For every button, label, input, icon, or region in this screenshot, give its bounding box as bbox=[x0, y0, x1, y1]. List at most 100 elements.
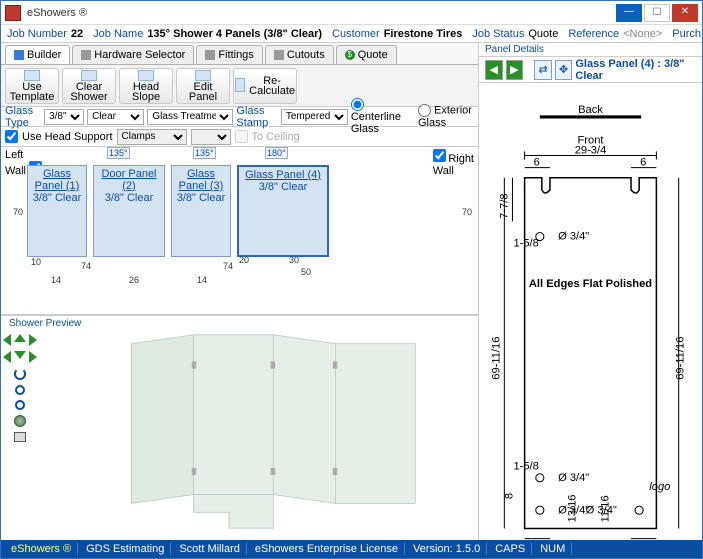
status-version: Version: 1.5.0 bbox=[407, 543, 487, 555]
tab-cutouts[interactable]: Cutouts bbox=[265, 45, 334, 64]
next-panel-button[interactable]: ▶ bbox=[506, 60, 524, 80]
panel-4[interactable]: Glass Panel (4)3/8" Clear bbox=[237, 165, 329, 257]
tab-fittings-label: Fittings bbox=[218, 49, 253, 61]
tab-hardware[interactable]: Hardware Selector bbox=[72, 45, 194, 64]
dim-p4y: 74 bbox=[223, 261, 233, 271]
thickness-select[interactable]: 3/8" bbox=[44, 109, 84, 125]
tab-strip: Builder Hardware Selector Fittings Cutou… bbox=[1, 43, 478, 65]
dim-p2y: 74 bbox=[81, 261, 91, 271]
use-template-button[interactable]: Use Template bbox=[5, 68, 59, 104]
hole-off-b: 1-5/8 bbox=[513, 461, 538, 473]
to-ceiling-label: To Ceiling bbox=[252, 131, 300, 143]
flip-button[interactable]: ⇄ bbox=[534, 60, 552, 80]
right-wall-check[interactable]: Right Wall bbox=[433, 149, 474, 177]
six-tr: 6 bbox=[640, 157, 646, 169]
job-number-value: 22 bbox=[71, 28, 83, 40]
glass-stamp-label: Glass Stamp bbox=[236, 105, 277, 129]
panel-3[interactable]: Glass Panel (3)3/8" Clear bbox=[171, 165, 231, 257]
monitor-icon[interactable] bbox=[14, 432, 26, 442]
glass-properties-bar: Glass Type 3/8" Clear Glass Treatme Glas… bbox=[1, 107, 478, 127]
recalc-label: Re-Calculate bbox=[249, 76, 295, 96]
dim-p1l: 10 bbox=[31, 257, 41, 267]
angle-3[interactable]: 180° bbox=[265, 147, 288, 159]
refresh-icon[interactable] bbox=[14, 368, 26, 380]
app-title: eShowers ® bbox=[27, 7, 614, 19]
prev-panel-button[interactable]: ◀ bbox=[485, 60, 503, 80]
recalculate-button[interactable]: Re-Calculate bbox=[233, 68, 297, 104]
hole-t: Ø 3/4" bbox=[558, 231, 589, 243]
job-name-value: 135° Shower 4 Panels (3/8" Clear) bbox=[147, 28, 322, 40]
tab-fittings[interactable]: Fittings bbox=[196, 45, 262, 64]
status-bar: eShowers ® GDS Estimating Scott Millard … bbox=[1, 540, 702, 558]
dim-p1b: 14 bbox=[51, 275, 61, 285]
reference-label: Reference bbox=[568, 28, 619, 40]
status-caps: CAPS bbox=[489, 543, 532, 555]
exterior-radio[interactable]: Exterior Glass bbox=[418, 104, 474, 129]
minimize-button[interactable]: — bbox=[616, 4, 642, 22]
use-head-support-check[interactable] bbox=[5, 130, 18, 143]
status-company: GDS Estimating bbox=[80, 543, 171, 555]
clamps-select[interactable]: Clamps bbox=[117, 129, 187, 145]
tab-builder[interactable]: Builder bbox=[5, 45, 70, 64]
template-icon bbox=[24, 70, 40, 81]
pan-left-icon[interactable] bbox=[3, 334, 11, 346]
clarity-select[interactable]: Clear bbox=[87, 109, 144, 125]
job-status-label: Job Status bbox=[472, 28, 524, 40]
tab-quote[interactable]: $Quote bbox=[336, 45, 397, 64]
six-tl: 6 bbox=[534, 157, 540, 169]
dim-p4l: 20 bbox=[239, 255, 249, 265]
edges-text: All Edges Flat Polished bbox=[529, 278, 652, 290]
edit-panel-button[interactable]: Edit Panel bbox=[176, 68, 230, 104]
center-button[interactable]: ✥ bbox=[555, 60, 573, 80]
angle-1[interactable]: 135° bbox=[107, 147, 130, 159]
builder-icon bbox=[14, 50, 24, 60]
hole-off-t: 1-5/8 bbox=[513, 238, 538, 250]
panel-detail-title: Glass Panel (4) : 3/8" Clear bbox=[575, 58, 696, 82]
tab-cutouts-label: Cutouts bbox=[287, 49, 325, 61]
reference-value: <None> bbox=[623, 28, 662, 40]
slope-icon bbox=[138, 70, 154, 81]
treatment-select[interactable]: Glass Treatme bbox=[147, 109, 233, 125]
preview-3d-canvas[interactable] bbox=[61, 326, 468, 530]
head-slope-button[interactable]: Head Slope bbox=[119, 68, 173, 104]
panel-nav-row: ◀ ▶ ⇄ ✥ Glass Panel (4) : 3/8" Clear bbox=[479, 57, 702, 83]
panel-2[interactable]: Door Panel (2)3/8" Clear bbox=[93, 165, 165, 257]
pan-right-icon[interactable] bbox=[29, 334, 37, 346]
rotate-left-icon[interactable] bbox=[3, 351, 11, 363]
h-right: 69-11/16 bbox=[675, 337, 687, 380]
angle-2[interactable]: 135° bbox=[193, 147, 216, 159]
customer-label: Customer bbox=[332, 28, 380, 40]
customer-value: Firestone Tires bbox=[384, 28, 463, 40]
dim-h-left: 70 bbox=[13, 207, 23, 217]
stamp-select[interactable]: Tempered bbox=[281, 109, 348, 125]
clear-shower-button[interactable]: Clear Shower bbox=[62, 68, 116, 104]
head-slope-label: Head Slope bbox=[132, 82, 160, 102]
use-template-label: Use Template bbox=[10, 82, 55, 102]
status-num: NUM bbox=[534, 543, 572, 555]
status-user: Scott Millard bbox=[173, 543, 247, 555]
cutouts-icon bbox=[274, 50, 284, 60]
close-button[interactable]: ✕ bbox=[672, 4, 698, 22]
rotate-right-icon[interactable] bbox=[29, 351, 37, 363]
zoom-in-icon[interactable] bbox=[15, 385, 25, 395]
panel-detail-canvas[interactable]: Back Front 29-3/4 6 6 7-7/8 Ø 3/4" 1-5/8… bbox=[479, 83, 702, 540]
maximize-button[interactable]: ☐ bbox=[644, 4, 670, 22]
to-ceiling-check[interactable] bbox=[235, 130, 248, 143]
panel-1[interactable]: Glass Panel (1)3/8" Clear bbox=[27, 165, 87, 257]
hole-b1: Ø 3/4" bbox=[558, 472, 589, 484]
head-support-bar: Use Head Support Clamps To Ceiling bbox=[1, 127, 478, 147]
edit-icon bbox=[195, 70, 211, 81]
edit-panel-label: Edit Panel bbox=[189, 82, 217, 102]
head-extra-select[interactable] bbox=[191, 129, 231, 145]
recalc-icon bbox=[235, 78, 245, 92]
pan-up-icon[interactable] bbox=[14, 334, 26, 342]
world-icon[interactable] bbox=[14, 415, 26, 427]
pan-down-icon[interactable] bbox=[14, 351, 26, 359]
clear-icon bbox=[81, 70, 97, 81]
glass-type-label: Glass Type bbox=[5, 105, 41, 129]
job-number-label: Job Number bbox=[7, 28, 67, 40]
tab-quote-label: Quote bbox=[358, 49, 388, 61]
width-top: 29-3/4 bbox=[575, 144, 607, 156]
eight: 8 bbox=[503, 493, 515, 499]
zoom-out-icon[interactable] bbox=[15, 400, 25, 410]
